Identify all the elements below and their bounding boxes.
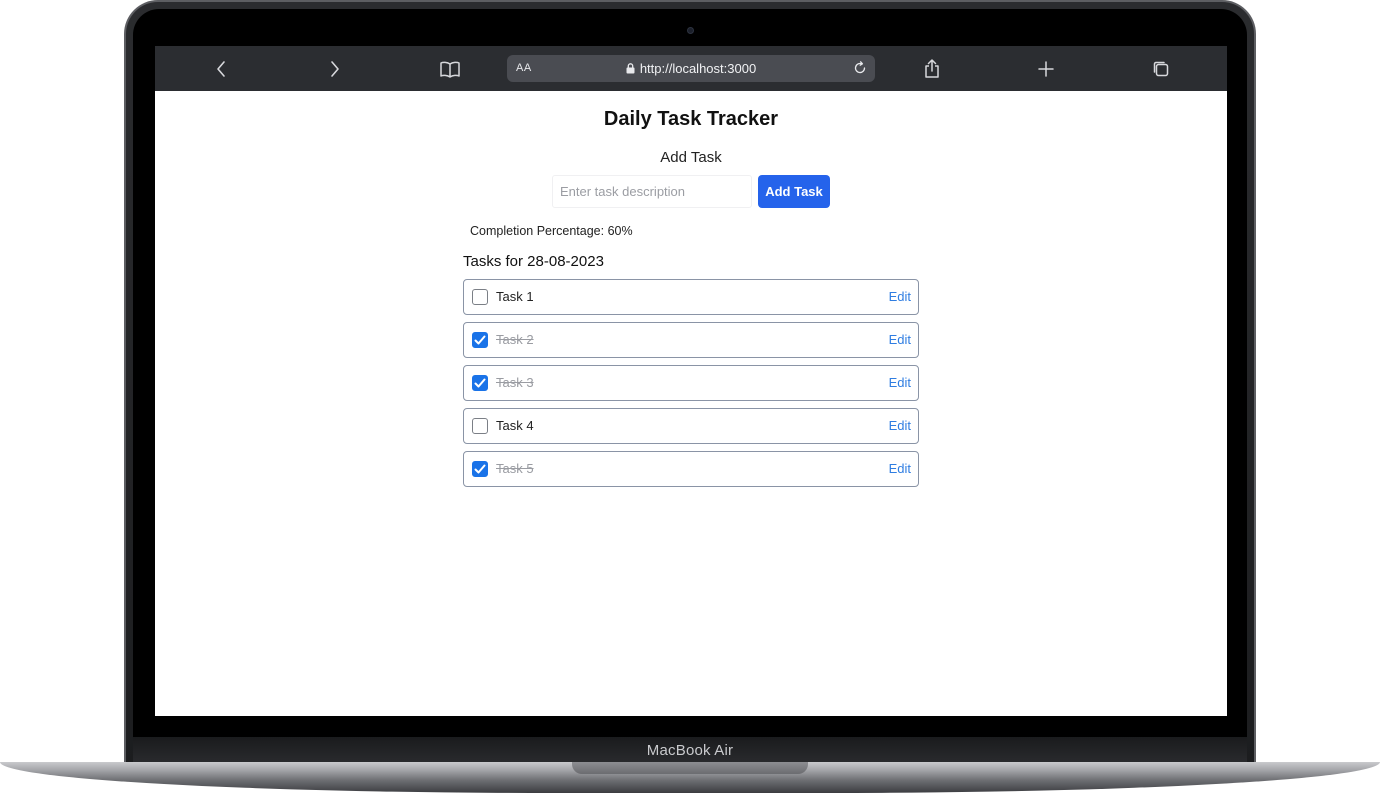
task-list: Task 1 Edit Task 2 Edit Task 3 Edit Task… bbox=[463, 279, 919, 494]
add-task-button[interactable]: Add Task bbox=[758, 175, 830, 208]
new-tab-button[interactable] bbox=[1034, 57, 1058, 81]
task-row: Task 1 Edit bbox=[463, 279, 919, 315]
laptop-mockup: AA http://localhost:3000 Daily Task Trac… bbox=[0, 0, 1380, 793]
tabs-overview-button[interactable] bbox=[1149, 57, 1173, 81]
task-list-heading: Tasks for 28-08-2023 bbox=[463, 253, 604, 270]
task-row: Task 5 Edit bbox=[463, 451, 919, 487]
edit-task-button[interactable]: Edit bbox=[889, 452, 911, 486]
task-description-input[interactable] bbox=[552, 175, 752, 208]
add-task-heading: Add Task bbox=[660, 149, 722, 166]
camera-icon bbox=[687, 27, 694, 34]
task-label: Task 5 bbox=[496, 461, 534, 476]
bookmarks-button[interactable] bbox=[438, 57, 462, 81]
tabs-icon bbox=[1153, 61, 1169, 77]
address-bar[interactable]: AA http://localhost:3000 bbox=[507, 55, 875, 82]
task-row: Task 3 Edit bbox=[463, 365, 919, 401]
task-checkbox[interactable] bbox=[472, 375, 488, 391]
url-text: http://localhost:3000 bbox=[639, 61, 757, 76]
web-page: Daily Task Tracker Add Task Add Task Com… bbox=[155, 91, 1227, 716]
page-title: Daily Task Tracker bbox=[603, 108, 779, 130]
task-label: Task 1 bbox=[496, 289, 534, 304]
checkmark-icon bbox=[474, 464, 486, 474]
task-checkbox[interactable] bbox=[472, 461, 488, 477]
url-display[interactable]: http://localhost:3000 bbox=[507, 55, 875, 82]
laptop-notch bbox=[572, 762, 808, 774]
browser-toolbar: AA http://localhost:3000 bbox=[155, 46, 1227, 91]
share-button[interactable] bbox=[920, 57, 944, 81]
chevron-right-icon bbox=[331, 61, 339, 77]
book-icon bbox=[440, 61, 460, 78]
edit-task-button[interactable]: Edit bbox=[889, 323, 911, 357]
task-label: Task 2 bbox=[496, 332, 534, 347]
task-checkbox[interactable] bbox=[472, 332, 488, 348]
reload-button[interactable] bbox=[851, 59, 869, 77]
browser-window: AA http://localhost:3000 Daily Task Trac… bbox=[155, 46, 1227, 716]
reload-icon bbox=[854, 61, 866, 74]
chevron-left-icon bbox=[217, 61, 225, 77]
task-label: Task 4 bbox=[496, 418, 534, 433]
laptop-chin: MacBook Air bbox=[133, 737, 1247, 764]
checkmark-icon bbox=[474, 335, 486, 345]
edit-task-button[interactable]: Edit bbox=[889, 409, 911, 443]
task-row: Task 4 Edit bbox=[463, 408, 919, 444]
task-row: Task 2 Edit bbox=[463, 322, 919, 358]
device-label: MacBook Air bbox=[646, 742, 734, 759]
completion-percentage: Completion Percentage: 60% bbox=[470, 224, 633, 238]
task-checkbox[interactable] bbox=[472, 418, 488, 434]
task-label: Task 3 bbox=[496, 375, 534, 390]
forward-button[interactable] bbox=[323, 57, 347, 81]
back-button[interactable] bbox=[209, 57, 233, 81]
plus-icon bbox=[1038, 61, 1054, 77]
edit-task-button[interactable]: Edit bbox=[889, 280, 911, 314]
share-icon bbox=[925, 59, 939, 78]
lock-icon bbox=[626, 63, 635, 74]
checkmark-icon bbox=[474, 378, 486, 388]
edit-task-button[interactable]: Edit bbox=[889, 366, 911, 400]
task-checkbox[interactable] bbox=[472, 289, 488, 305]
